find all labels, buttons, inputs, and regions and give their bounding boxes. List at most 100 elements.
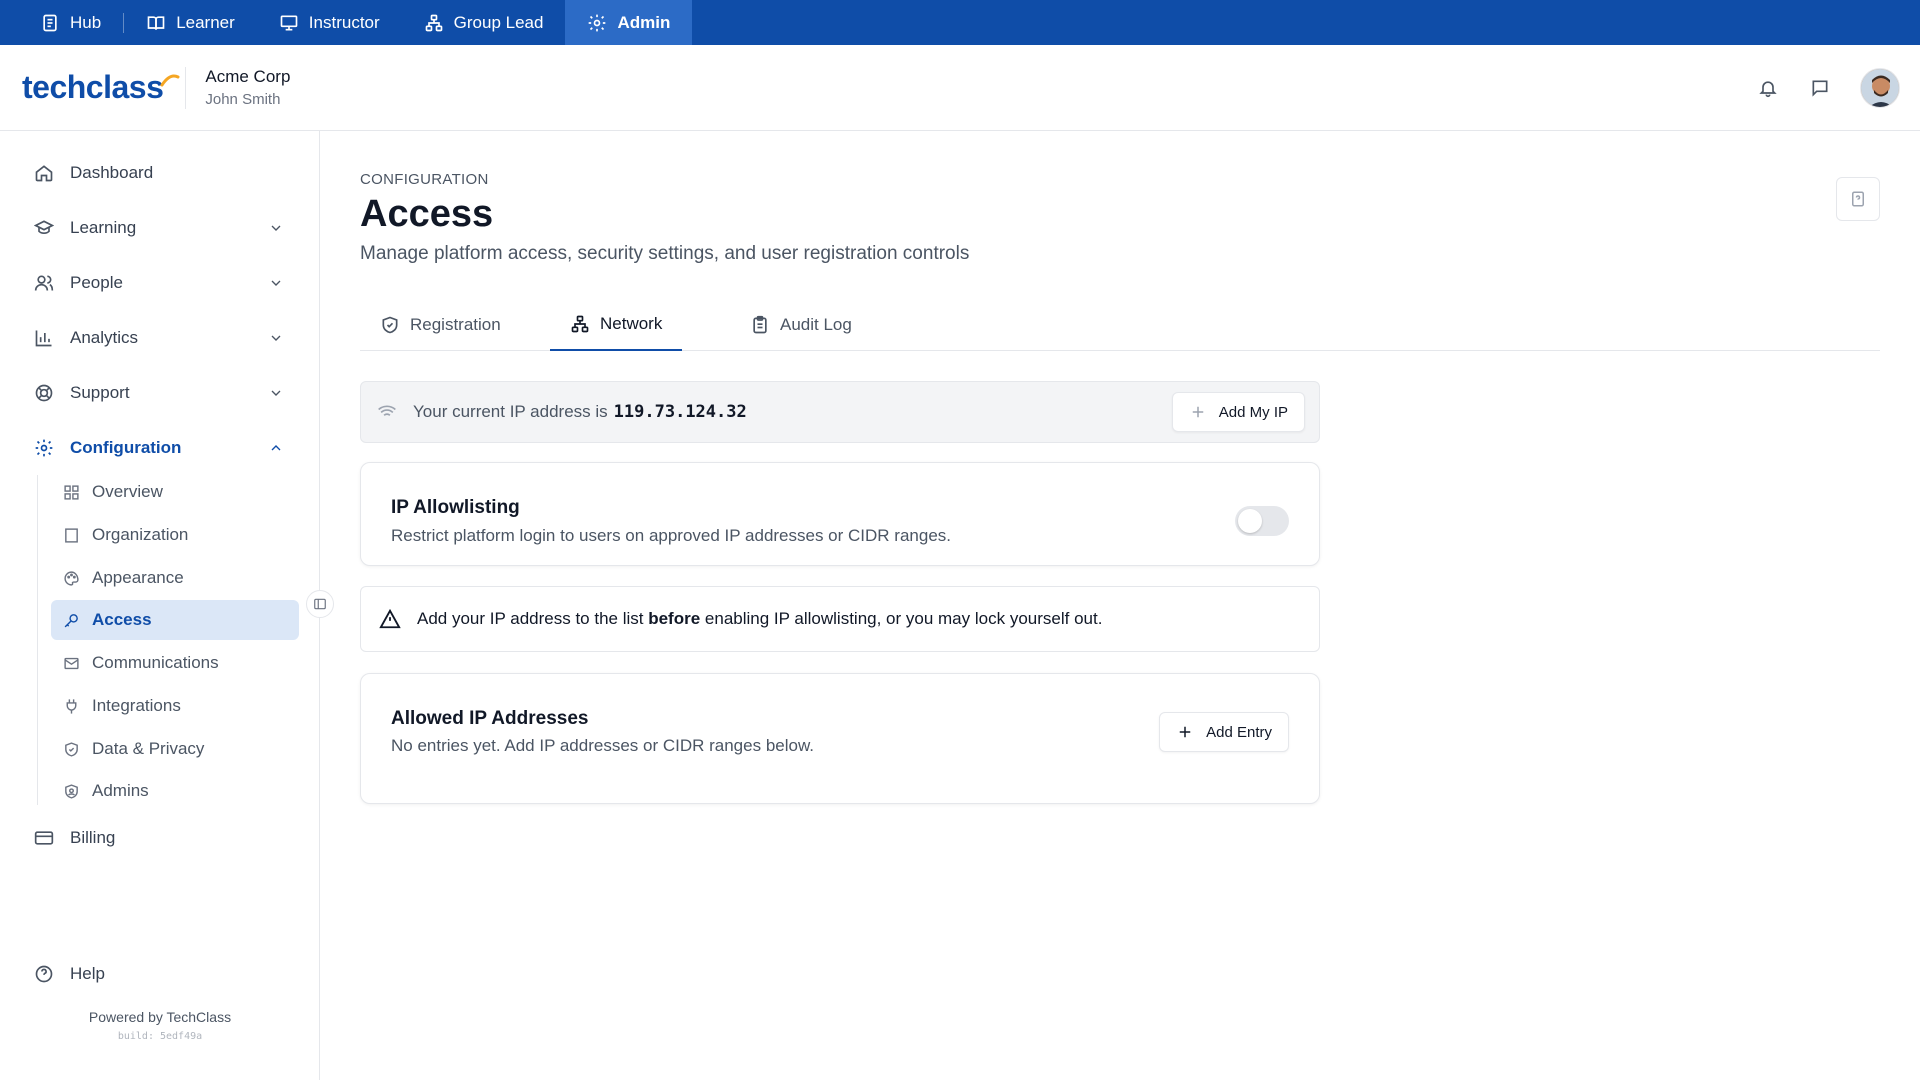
- allowed-ips-empty-text: No entries yet. Add IP addresses or CIDR…: [391, 736, 815, 755]
- gear-icon: [35, 439, 53, 457]
- sidebar-item-people[interactable]: People: [34, 263, 284, 303]
- role-tab-group-lead[interactable]: Group Lead: [402, 0, 566, 45]
- document-icon: [43, 14, 57, 31]
- group-icon: [425, 14, 442, 31]
- lifebuoy-icon: [35, 384, 53, 402]
- tab-label: Network: [600, 314, 663, 333]
- role-tab-learner[interactable]: Learner: [124, 0, 257, 45]
- shield-check-icon: [65, 741, 78, 757]
- current-ip-value: 119.73.124.32: [613, 402, 747, 422]
- document-question-icon: [1852, 191, 1864, 207]
- page-eyebrow: CONFIGURATION: [360, 171, 489, 188]
- subnav-guide-line: [37, 475, 38, 805]
- admin-shield-icon: [65, 783, 78, 799]
- powered-by-text: Powered by TechClass: [88, 1009, 232, 1025]
- allowed-ips-title: Allowed IP Addresses: [391, 708, 589, 729]
- sidebar-subitem-label: Integrations: [92, 696, 181, 715]
- mail-icon: [64, 657, 79, 669]
- techclass-logo[interactable]: techclass: [22, 69, 180, 106]
- role-tab-instructor[interactable]: Instructor: [257, 0, 402, 45]
- ip-allowlisting-card: IP Allowlisting Restrict platform login …: [360, 462, 1320, 566]
- chat-icon: [1812, 80, 1828, 97]
- sidebar-item-label: Analytics: [70, 328, 139, 347]
- wifi-icon: [378, 405, 396, 419]
- chevron-up-icon: [271, 445, 281, 451]
- sidebar-subitem-communications[interactable]: Communications: [51, 643, 299, 683]
- user-name: John Smith: [205, 91, 281, 108]
- role-tab-label: Instructor: [308, 12, 380, 32]
- role-tab-admin[interactable]: Admin: [565, 0, 693, 45]
- messages-button[interactable]: [1808, 76, 1832, 100]
- ip-allowlisting-toggle[interactable]: [1235, 506, 1289, 536]
- sidebar-item-help[interactable]: Help: [34, 954, 284, 994]
- palette-icon: [64, 570, 79, 586]
- users-icon: [34, 275, 54, 291]
- button-label: Add Entry: [1206, 723, 1272, 741]
- role-tab-label: Hub: [70, 12, 102, 32]
- presentation-icon: [280, 15, 298, 30]
- sidebar-subitem-admins[interactable]: Admins: [51, 771, 299, 811]
- add-entry-button[interactable]: Add Entry: [1159, 712, 1289, 752]
- role-switcher-bar: Hub Learner Instructor Group Lead Admin: [0, 0, 1920, 45]
- role-tab-label: Learner: [176, 12, 235, 32]
- chevron-down-icon: [271, 225, 281, 231]
- role-tab-hub[interactable]: Hub: [18, 0, 123, 45]
- sidebar-item-dashboard[interactable]: Dashboard: [34, 153, 284, 193]
- role-tab-label: Admin: [617, 12, 671, 32]
- warning-text: Add your IP address to the list before e…: [417, 609, 1102, 629]
- add-my-ip-button[interactable]: Add My IP: [1171, 392, 1305, 432]
- tab-registration[interactable]: Registration: [360, 299, 521, 351]
- bell-icon: [1759, 81, 1777, 98]
- sidebar-subitem-label: Access: [92, 610, 152, 629]
- sidebar-item-label: People: [70, 273, 123, 292]
- sidebar-subitem-data-privacy[interactable]: Data & Privacy: [51, 729, 299, 769]
- tab-network[interactable]: Network: [550, 299, 683, 351]
- tab-label: Audit Log: [780, 315, 852, 334]
- avatar[interactable]: [1860, 68, 1900, 108]
- sidebar-item-support[interactable]: Support: [34, 373, 284, 413]
- sidebar-item-learning[interactable]: Learning: [34, 208, 284, 248]
- key-icon: [64, 613, 78, 627]
- warning-text-bold: before: [648, 609, 701, 628]
- sidebar-item-configuration[interactable]: Configuration: [34, 428, 284, 468]
- sidebar-subitem-label: Organization: [92, 525, 189, 544]
- sidebar-toggle-icon: [314, 598, 326, 610]
- sidebar-subitem-appearance[interactable]: Appearance: [51, 558, 299, 598]
- sidebar-subitem-overview[interactable]: Overview: [51, 472, 299, 512]
- warning-text-before: Add your IP address to the list: [417, 609, 644, 628]
- home-icon: [35, 165, 53, 182]
- org-switcher[interactable]: Acme Corp John Smith: [205, 67, 290, 108]
- tab-label: Registration: [410, 315, 501, 334]
- sidebar-subitem-label: Communications: [92, 653, 219, 672]
- page-title: Access: [360, 193, 494, 235]
- tab-audit-log[interactable]: Audit Log: [730, 299, 872, 351]
- help-circle-icon: [35, 965, 53, 983]
- sidebar-subitem-access[interactable]: Access: [51, 600, 299, 640]
- plus-icon: [1192, 406, 1204, 418]
- sidebar-subitem-organization[interactable]: Organization: [51, 515, 299, 555]
- credit-card-icon: [34, 831, 54, 845]
- plus-icon: [1179, 726, 1191, 738]
- sidebar-item-label: Billing: [70, 828, 116, 847]
- page-subtitle: Manage platform access, security setting…: [360, 243, 970, 264]
- book-icon: [147, 15, 165, 30]
- bar-chart-icon: [35, 330, 52, 347]
- sidebar-subitem-label: Overview: [92, 482, 163, 501]
- sidebar-item-label: Configuration: [70, 438, 182, 457]
- sidebar-collapse-button[interactable]: [306, 590, 334, 618]
- plug-icon: [66, 698, 77, 714]
- sidebar-item-label: Help: [70, 964, 105, 983]
- sidebar-subitem-integrations[interactable]: Integrations: [51, 686, 299, 726]
- notifications-button[interactable]: [1756, 76, 1780, 100]
- sidebar-item-analytics[interactable]: Analytics: [34, 318, 284, 358]
- sidebar-item-billing[interactable]: Billing: [34, 818, 284, 858]
- chevron-down-icon: [271, 280, 281, 286]
- logo-text: techclass: [22, 69, 164, 105]
- ip-allowlisting-description: Restrict platform login to users on appr…: [391, 526, 952, 545]
- logo-swoosh-icon: [160, 74, 180, 87]
- help-doc-button[interactable]: [1836, 177, 1880, 221]
- network-icon: [571, 315, 589, 333]
- gear-icon: [589, 14, 606, 31]
- role-tab-label: Group Lead: [453, 12, 544, 32]
- org-name: Acme Corp: [205, 67, 291, 86]
